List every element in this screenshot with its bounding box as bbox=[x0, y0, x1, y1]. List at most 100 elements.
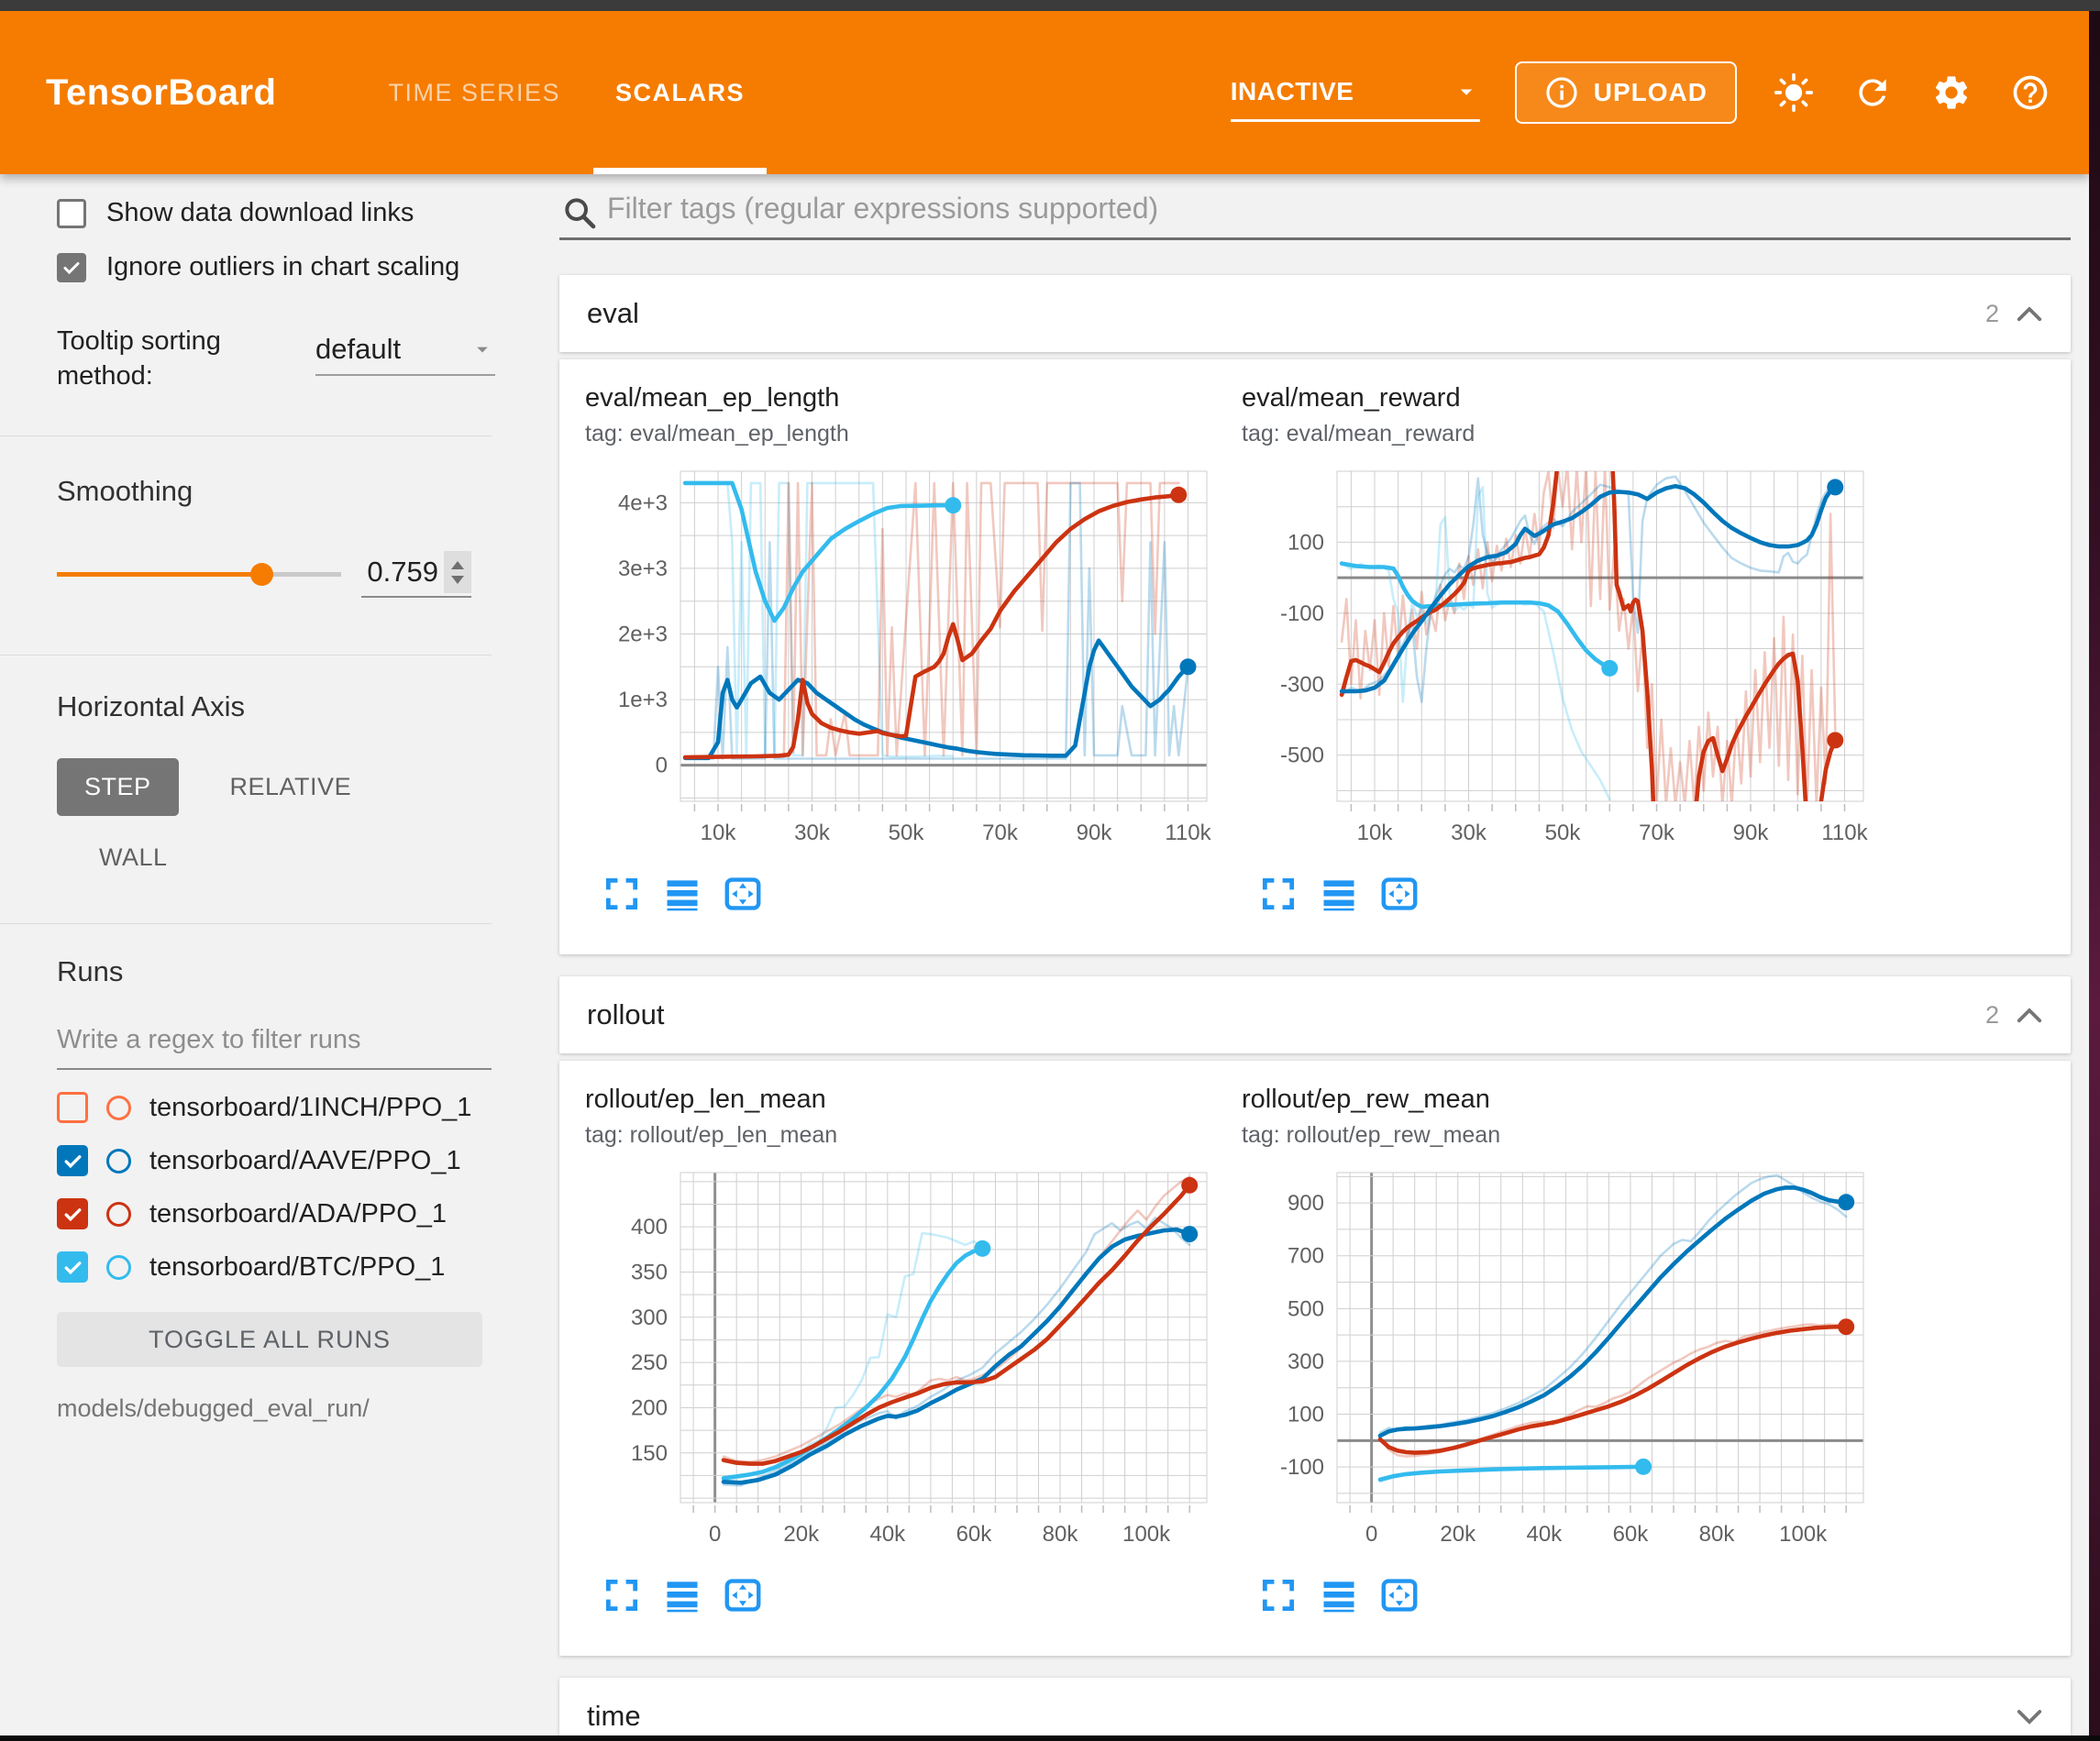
info-icon bbox=[1544, 75, 1579, 110]
svg-text:100: 100 bbox=[1288, 530, 1324, 555]
svg-text:700: 700 bbox=[1288, 1244, 1324, 1269]
chevron-down-icon[interactable] bbox=[2016, 1707, 2043, 1725]
axis-wall-button[interactable]: WALL bbox=[99, 843, 168, 872]
fit-domain-button[interactable] bbox=[1379, 1575, 1420, 1615]
section-header-rollout[interactable]: rollout 2 bbox=[559, 976, 2071, 1053]
svg-text:110k: 110k bbox=[1821, 821, 1868, 845]
app-title: TensorBoard bbox=[46, 72, 276, 114]
sidebar-divider bbox=[0, 435, 492, 436]
runs-filter-input[interactable] bbox=[57, 1018, 492, 1070]
runs-base-path: models/debugged_eval_run/ bbox=[57, 1394, 547, 1423]
svg-text:-100: -100 bbox=[1280, 1455, 1324, 1480]
svg-text:0: 0 bbox=[709, 1522, 721, 1547]
chart-actions bbox=[1242, 874, 1885, 914]
svg-text:50k: 50k bbox=[1545, 821, 1582, 845]
smoothing-slider[interactable] bbox=[57, 557, 341, 590]
refresh-button[interactable] bbox=[1851, 71, 1895, 115]
window-top-edge bbox=[0, 0, 2100, 11]
svg-text:80k: 80k bbox=[1043, 1522, 1079, 1547]
chart-title: rollout/ep_rew_mean bbox=[1242, 1085, 1885, 1115]
run-checkbox[interactable] bbox=[57, 1198, 88, 1229]
data-table-button[interactable] bbox=[662, 874, 702, 914]
data-table-button[interactable] bbox=[1319, 1575, 1359, 1615]
stepper-down-icon[interactable] bbox=[451, 576, 464, 584]
chart-actions bbox=[585, 1575, 1229, 1615]
chart-actions bbox=[1242, 1575, 1885, 1615]
axis-wall-row: WALL bbox=[57, 843, 547, 872]
svg-text:2e+3: 2e+3 bbox=[618, 622, 668, 646]
search-icon bbox=[561, 194, 598, 231]
chart-tag: tag: rollout/ep_len_mean bbox=[585, 1122, 1229, 1149]
axis-relative-button[interactable]: RELATIVE bbox=[230, 773, 352, 801]
run-color-swatch[interactable] bbox=[106, 1149, 131, 1174]
brightness-toggle-button[interactable] bbox=[1772, 71, 1816, 115]
run-color-swatch[interactable] bbox=[106, 1255, 131, 1280]
toggle-all-runs-button[interactable]: TOGGLE ALL RUNS bbox=[57, 1312, 482, 1367]
data-table-button[interactable] bbox=[1319, 874, 1359, 914]
section-body-rollout: rollout/ep_len_mean tag: rollout/ep_len_… bbox=[559, 1061, 2071, 1656]
help-button[interactable] bbox=[2008, 71, 2052, 115]
line-chart[interactable]: 01e+32e+33e+34e+310k30k50k70k90k110k bbox=[585, 460, 1221, 856]
line-chart[interactable]: 100-100-300-50010k30k50k70k90k110k bbox=[1242, 460, 1878, 856]
fit-domain-button[interactable] bbox=[723, 874, 763, 914]
upload-button[interactable]: UPLOAD bbox=[1515, 61, 1737, 124]
status-dropdown[interactable]: INACTIVE bbox=[1231, 63, 1480, 122]
svg-text:100k: 100k bbox=[1122, 1522, 1171, 1547]
fit-domain-button[interactable] bbox=[723, 1575, 763, 1615]
smoothing-label: Smoothing bbox=[57, 475, 547, 508]
line-chart[interactable]: -100100300500700900020k40k60k80k100k bbox=[1242, 1162, 1878, 1558]
header-actions: INACTIVE UPLOAD bbox=[1231, 11, 2052, 174]
expand-chart-button[interactable] bbox=[602, 1575, 642, 1615]
run-checkbox[interactable] bbox=[57, 1145, 88, 1176]
svg-text:-300: -300 bbox=[1280, 672, 1324, 697]
run-checkbox[interactable] bbox=[57, 1092, 88, 1123]
gear-icon bbox=[1931, 72, 1972, 113]
expand-chart-button[interactable] bbox=[602, 874, 642, 914]
axis-step-button[interactable]: STEP bbox=[57, 758, 179, 816]
show-download-links-checkbox[interactable] bbox=[57, 199, 86, 228]
run-color-swatch[interactable] bbox=[106, 1096, 131, 1120]
window-bottom-edge bbox=[0, 1735, 2100, 1741]
svg-text:-100: -100 bbox=[1280, 601, 1324, 626]
chart-card-mean-reward: eval/mean_reward tag: eval/mean_reward 1… bbox=[1242, 383, 1885, 914]
svg-text:50k: 50k bbox=[889, 821, 925, 845]
refresh-icon bbox=[1852, 72, 1893, 113]
svg-text:20k: 20k bbox=[783, 1522, 820, 1547]
smoothing-value: 0.759 bbox=[361, 556, 438, 589]
chart-card-ep-rew-mean: rollout/ep_rew_mean tag: rollout/ep_rew_… bbox=[1242, 1085, 1885, 1615]
settings-button[interactable] bbox=[1929, 71, 1973, 115]
tab-time-series[interactable]: TIME SERIES bbox=[360, 11, 588, 174]
data-table-button[interactable] bbox=[662, 1575, 702, 1615]
fit-domain-button[interactable] bbox=[1379, 874, 1420, 914]
smoothing-stepper[interactable] bbox=[444, 551, 471, 593]
ignore-outliers-checkbox[interactable] bbox=[57, 253, 86, 282]
tooltip-sorting-select[interactable]: default bbox=[315, 325, 495, 376]
chevron-up-icon[interactable] bbox=[2016, 304, 2043, 323]
chart-title: rollout/ep_len_mean bbox=[585, 1085, 1229, 1115]
window-right-edge bbox=[2089, 0, 2100, 1741]
section-title: rollout bbox=[587, 998, 664, 1031]
svg-text:350: 350 bbox=[631, 1260, 668, 1284]
svg-text:250: 250 bbox=[631, 1350, 668, 1375]
svg-text:-500: -500 bbox=[1280, 744, 1324, 768]
line-chart[interactable]: 150200250300350400020k40k60k80k100k bbox=[585, 1162, 1221, 1558]
tag-filter-bar bbox=[559, 185, 2071, 240]
stepper-up-icon[interactable] bbox=[451, 561, 464, 569]
run-checkbox[interactable] bbox=[57, 1251, 88, 1283]
svg-text:1e+3: 1e+3 bbox=[618, 688, 668, 712]
tooltip-sorting-row: Tooltip sorting method: default bbox=[57, 325, 547, 393]
slider-handle[interactable] bbox=[250, 563, 273, 586]
tooltip-sorting-value: default bbox=[315, 333, 401, 366]
run-color-swatch[interactable] bbox=[106, 1202, 131, 1227]
tensorboard-window: TensorBoard TIME SERIES SCALARS INACTIVE… bbox=[0, 0, 2100, 1741]
section-header-time[interactable]: time bbox=[559, 1678, 2071, 1735]
tab-scalars[interactable]: SCALARS bbox=[588, 11, 772, 174]
chevron-up-icon[interactable] bbox=[2016, 1006, 2043, 1024]
section-title: eval bbox=[587, 297, 639, 330]
section-body-eval: eval/mean_ep_length tag: eval/mean_ep_le… bbox=[559, 359, 2071, 954]
tag-filter-input[interactable] bbox=[559, 185, 2071, 240]
svg-text:100: 100 bbox=[1288, 1403, 1324, 1427]
expand-chart-button[interactable] bbox=[1258, 874, 1299, 914]
section-header-eval[interactable]: eval 2 bbox=[559, 275, 2071, 352]
expand-chart-button[interactable] bbox=[1258, 1575, 1299, 1615]
